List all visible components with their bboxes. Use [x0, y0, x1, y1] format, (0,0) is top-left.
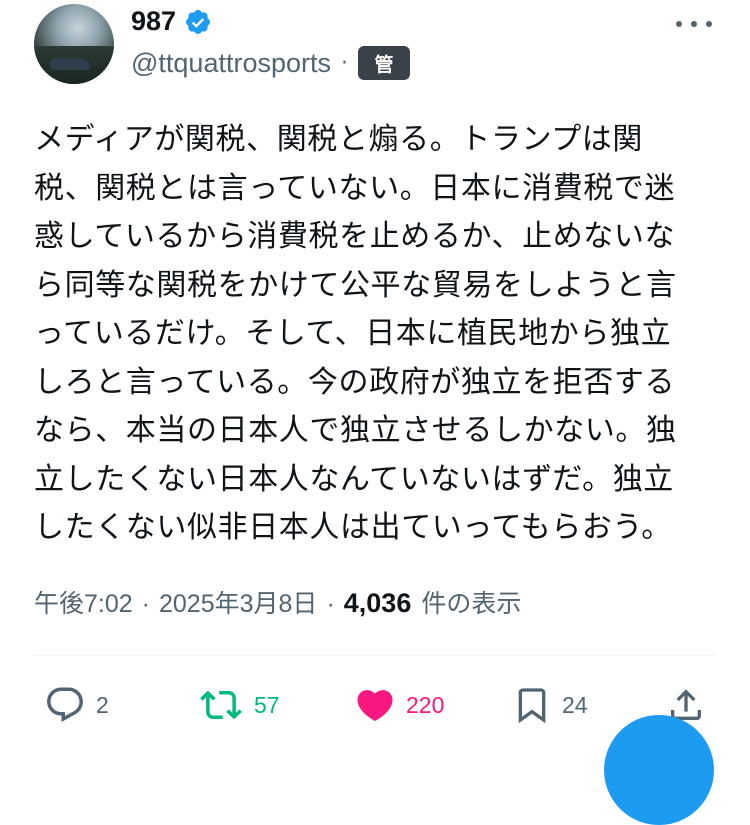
more-dot — [676, 21, 682, 27]
tweet-line: 税、関税とは言っていない。日本に消費税で迷 — [34, 170, 676, 206]
more-dot — [706, 21, 712, 27]
tweet-line: しろと言っている。今の政府が独立を拒否する — [34, 364, 676, 400]
tweet-meta: 午後7:02 · 2025年3月8日 · 4,036 件の表示 — [34, 584, 521, 620]
handle-separator: · — [341, 50, 348, 76]
like-count: 220 — [406, 691, 445, 718]
divider — [34, 655, 716, 656]
tweet-line: っているだけ。そして、日本に植民地から独立 — [34, 316, 672, 351]
tweet-line: メディアが関税、関税と煽る。トランプは関 — [34, 122, 643, 157]
more-icon[interactable] — [676, 14, 712, 34]
affiliation-badge[interactable]: 管 — [358, 46, 410, 80]
post-time[interactable]: 午後7:02 — [34, 584, 133, 620]
author-handle-row: @ttquattrosports · 管 — [131, 46, 410, 80]
author-name-row: 987 — [131, 6, 212, 37]
bookmark-count: 24 — [562, 691, 588, 718]
retweet-count: 57 — [254, 691, 280, 718]
avatar-car — [50, 58, 90, 70]
bookmark-button[interactable]: 24 — [512, 684, 588, 726]
meta-separator: · — [141, 590, 150, 618]
post-date[interactable]: 2025年3月8日 — [159, 584, 317, 620]
retweet-button[interactable]: 57 — [198, 684, 280, 726]
tweet-line: なら、本当の日本人で独立させるしかない。独 — [34, 413, 677, 448]
views-count[interactable]: 4,036 — [344, 588, 412, 619]
reply-count: 2 — [96, 691, 109, 718]
more-dot — [691, 21, 697, 27]
bookmark-icon — [518, 688, 546, 724]
tweet-line: したくない似非日本人は出ていってもらおう。 — [34, 510, 672, 545]
tweet-line: 惑しているから消費税を止めるか、止めないな — [34, 219, 676, 254]
tweet-text: メディアが関税、関税と煽る。トランプは関 税、関税とは言っていない。日本に消費税… — [34, 116, 724, 553]
reply-icon — [47, 687, 83, 722]
display-name[interactable]: 987 — [131, 6, 176, 37]
tweet-line: ら同等な関税をかけて公平な貿易をしようと言 — [34, 267, 677, 303]
heart-icon — [357, 690, 393, 722]
avatar[interactable] — [34, 4, 114, 84]
tweet-line: 立したくない日本人なんていないはずだ。独立 — [34, 461, 674, 497]
author-handle[interactable]: @ttquattrosports — [131, 48, 331, 79]
reply-button[interactable]: 2 — [44, 684, 109, 726]
views-label[interactable]: 件の表示 — [421, 584, 521, 620]
compose-fab[interactable] — [604, 715, 714, 825]
verified-badge-icon[interactable] — [184, 8, 212, 36]
retweet-icon — [200, 690, 242, 720]
meta-separator: · — [326, 590, 335, 618]
like-button[interactable]: 220 — [354, 684, 444, 726]
